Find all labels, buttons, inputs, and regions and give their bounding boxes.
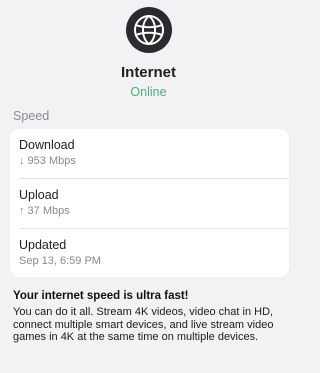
header-icon-container (0, 6, 297, 54)
updated-row: Updated Sep 13, 6:59 PM (10, 229, 289, 277)
download-row: Download ↓ 953 Mbps (10, 129, 289, 178)
upload-label: Upload (19, 188, 59, 202)
updated-value: Sep 13, 6:59 PM (19, 255, 101, 267)
page-title: Internet (120, 64, 176, 81)
summary-headline: Your internet speed is ultra fast! (13, 290, 189, 302)
status-text: Online (130, 85, 167, 99)
summary-body: You can do it all. Stream 4K videos, vid… (13, 306, 274, 343)
upload-row: Upload ↑ 37 Mbps (10, 179, 289, 228)
section-label-speed: Speed (13, 109, 50, 123)
upload-value: ↑ 37 Mbps (19, 205, 70, 217)
download-value: ↓ 953 Mbps (19, 155, 76, 167)
globe-icon (125, 7, 172, 53)
download-label: Download (19, 138, 75, 152)
speed-card: Download ↓ 953 Mbps Upload ↑ 37 Mbps Upd… (10, 129, 289, 277)
updated-label: Updated (19, 238, 67, 252)
